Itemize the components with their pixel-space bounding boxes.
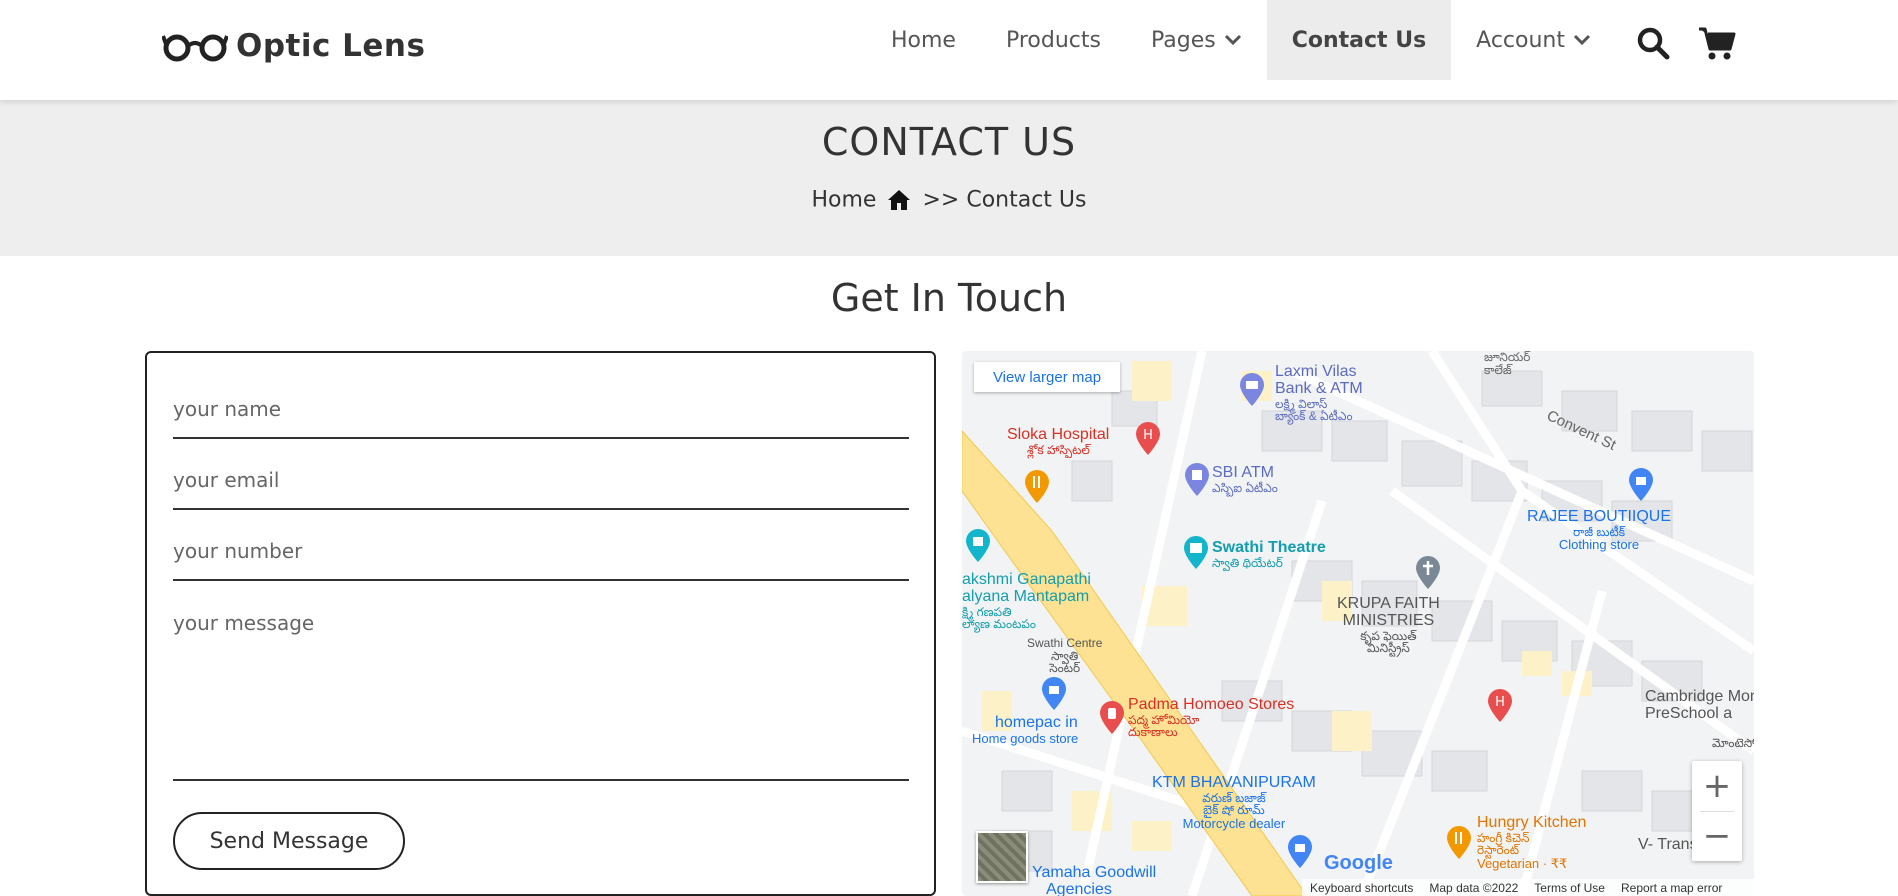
glasses-icon	[162, 34, 228, 62]
homegoods-pin-icon[interactable]	[1041, 677, 1067, 711]
nav-contact-us-label: Contact Us	[1291, 27, 1427, 53]
site-header: Optic Lens Home Products Pages Contact U…	[0, 0, 1898, 100]
svg-text:H: H	[1143, 428, 1153, 443]
map-label-homepac: homepac in Home goods store	[972, 714, 1079, 746]
main-nav: Home Products Pages Contact Us Account	[866, 0, 1616, 80]
report-map-error-link[interactable]: Report a map error	[1621, 881, 1722, 895]
zoom-out-button[interactable]: −	[1692, 811, 1742, 861]
number-placeholder: your number	[173, 539, 303, 563]
map-label-ktm: KTM BHAVANIPURAM వరుణ్ బజాజ్ బైక్ షో రూమ్ M…	[1152, 774, 1316, 831]
contact-form: your name your email your number your me…	[145, 351, 936, 896]
nav-account[interactable]: Account	[1451, 0, 1616, 80]
number-field[interactable]: your number	[173, 531, 909, 581]
breadcrumb-current: Contact Us	[966, 187, 1087, 213]
map-embed[interactable]: View larger map H H Laxmi Vilas Bank & AT…	[962, 351, 1754, 896]
nav-home[interactable]: Home	[866, 0, 981, 80]
email-field[interactable]: your email	[173, 460, 909, 510]
message-field[interactable]: your message	[173, 603, 909, 781]
svg-text:H: H	[1495, 695, 1505, 710]
brand-logo[interactable]: Optic Lens	[162, 22, 425, 70]
breadcrumb: Home >> Contact Us	[0, 187, 1898, 213]
nav-pages[interactable]: Pages	[1126, 0, 1267, 80]
map-zoom-control: + −	[1692, 761, 1742, 861]
keyboard-shortcuts-link[interactable]: Keyboard shortcuts	[1310, 881, 1413, 895]
restaurant-pin-icon[interactable]	[1024, 470, 1050, 504]
church-pin-icon[interactable]	[1415, 556, 1441, 590]
page-banner: CONTACT US Home >> Contact Us	[0, 100, 1898, 256]
brand-name: Optic Lens	[236, 28, 426, 64]
map-label-kalyana-mantapam: akshmi Ganapathi alyana Mantapam క్ష్మి గ…	[962, 571, 1091, 632]
message-placeholder: your message	[173, 611, 315, 635]
home-icon	[888, 190, 911, 210]
name-placeholder: your name	[173, 397, 282, 421]
breadcrumb-separator: >>	[922, 187, 960, 213]
google-logo: Google	[1324, 852, 1393, 874]
nav-pages-label: Pages	[1150, 27, 1216, 53]
zoom-in-button[interactable]: +	[1692, 761, 1742, 811]
map-label-swathi-centre: Swathi Centre స్వాతి సెంటర్	[1027, 636, 1103, 676]
theatre-pin-icon[interactable]	[1183, 536, 1209, 570]
clothing-pin-icon[interactable]	[1628, 468, 1654, 502]
nav-products[interactable]: Products	[981, 0, 1126, 80]
chevron-down-icon	[1224, 34, 1241, 46]
bank-pin-icon[interactable]	[1239, 373, 1265, 407]
map-label-sloka-hospital: Sloka Hospital శ్లోక హాస్పిటల్	[1007, 426, 1110, 457]
satellite-toggle-button[interactable]	[976, 831, 1028, 883]
page-title: CONTACT US	[821, 120, 1077, 164]
map-data-text: Map data ©2022	[1429, 880, 1519, 895]
map-label-rajee-boutique: RAJEE BOUTIIQUE రాజీ బుటీక్ Clothing store	[1527, 508, 1672, 553]
map-label-yamaha: Yamaha Goodwill Agencies	[1032, 864, 1157, 896]
map-label-padma-homoeo: Padma Homoeo Stores పద్మ హోమియో దుకాణాలు	[1128, 696, 1295, 740]
view-larger-map-link[interactable]: View larger map	[974, 362, 1120, 392]
map-label-swathi-theatre: Swathi Theatre స్వాతి థియేటర్	[1212, 539, 1326, 570]
map-label-sbi-atm: SBI ATM ఎస్బిఐ ఏటీఎం	[1212, 464, 1278, 495]
nav-contact-us[interactable]: Contact Us	[1266, 0, 1452, 80]
map-attribution: Keyboard shortcuts Map data ©2022 Terms …	[1302, 879, 1754, 896]
hospital-pin-icon[interactable]: H	[1487, 689, 1513, 723]
chevron-down-icon	[1573, 34, 1591, 46]
cart-icon[interactable]	[1698, 25, 1736, 61]
dealer-pin-icon[interactable]	[1287, 835, 1313, 869]
restaurant-pin-icon[interactable]	[1446, 826, 1472, 860]
breadcrumb-home[interactable]: Home	[812, 188, 877, 213]
terms-of-use-link[interactable]: Terms of Use	[1534, 881, 1605, 895]
shop-pin-icon[interactable]	[965, 529, 991, 563]
nav-home-label: Home	[891, 27, 956, 53]
map-label-montessori: మోంటెసో	[1712, 736, 1754, 750]
name-field[interactable]: your name	[173, 389, 909, 439]
map-label-hungry-kitchen: Hungry Kitchen హంగ్రీ కిచెన్ రెస్టారెంట్ Ve…	[1477, 814, 1587, 871]
nav-products-label: Products	[1005, 27, 1101, 53]
hospital-pin-icon[interactable]: H	[1135, 422, 1161, 456]
map-label-cambridge: Cambridge MontesPreSchool a	[1645, 688, 1754, 722]
email-placeholder: your email	[173, 468, 280, 492]
send-message-button[interactable]: Send Message	[173, 812, 405, 870]
atm-pin-icon[interactable]	[1184, 463, 1210, 497]
map-label-junior-college: జూనియర్ కాలేజ్	[1484, 351, 1531, 377]
map-label-krupa-faith: KRUPA FAITH MINISTRIES కృప ఫెయిత్ మినిస్ట్…	[1337, 595, 1440, 656]
search-icon[interactable]	[1636, 26, 1670, 60]
section-title: Get In Touch	[830, 276, 1068, 320]
map-label-laxmi-vilas: Laxmi Vilas Bank & ATM లక్ష్మి విలాస్ బ్యా…	[1275, 363, 1363, 424]
nav-account-label: Account	[1476, 27, 1565, 53]
pharmacy-pin-icon[interactable]	[1099, 701, 1125, 735]
